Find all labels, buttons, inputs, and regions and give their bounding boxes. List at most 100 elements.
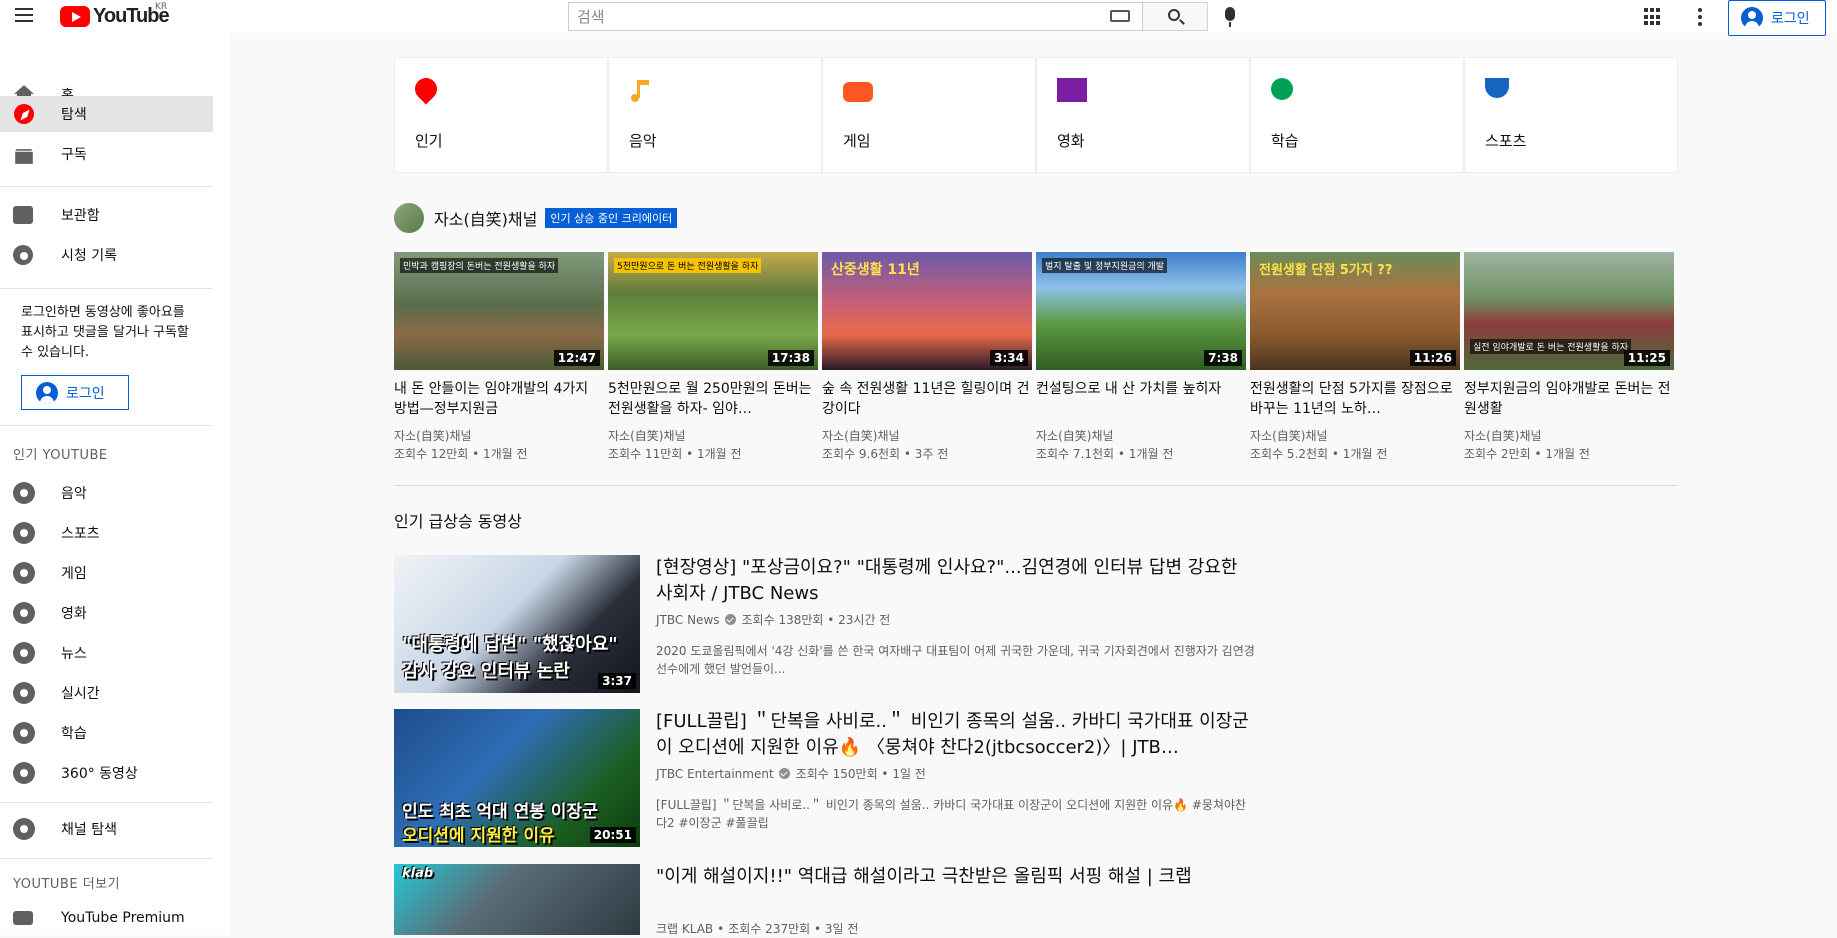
- video-thumbnail[interactable]: 벌지 탈출 및 정부지원금의 개발 7:38: [1036, 252, 1246, 370]
- search-button[interactable]: [1143, 2, 1208, 31]
- video-card[interactable]: 실전 임야개발로 돈 버는 전원생활을 하자 11:25 정부지원금의 임야개발…: [1464, 252, 1674, 463]
- video-duration: 20:51: [589, 827, 636, 843]
- video-channel[interactable]: 자소(自笑)채널: [608, 427, 818, 445]
- video-meta: 조회수 12만회 • 1개월 전: [394, 447, 528, 461]
- subscriptions-icon: [15, 149, 33, 164]
- more-options-icon[interactable]: [1698, 8, 1702, 26]
- video-card[interactable]: 산중생활 11년 3:34 숲 속 전원생활 11년은 힐링이며 건강이다 자소…: [822, 252, 1032, 463]
- video-channel[interactable]: JTBC Entertainment: [656, 767, 774, 781]
- video-card[interactable]: 민박과 캠핑장의 돈버는 전원생활을 하자 12:47 내 돈 안들이는 임야개…: [394, 252, 604, 463]
- video-channel[interactable]: JTBC News: [656, 613, 720, 627]
- category-music[interactable]: 음악: [608, 57, 822, 173]
- channel-name[interactable]: 자소(自笑)채널: [434, 206, 537, 230]
- sidebar-item-label: 보관함: [61, 208, 100, 224]
- video-channel[interactable]: 자소(自笑)채널: [1250, 427, 1460, 445]
- video-thumbnail[interactable]: 산중생활 11년 3:34: [822, 252, 1032, 370]
- video-duration: 12:47: [553, 350, 600, 366]
- channel-avatar[interactable]: [394, 203, 424, 233]
- category-trending[interactable]: 인기: [394, 57, 608, 173]
- video-channel[interactable]: 자소(自笑)채널: [394, 427, 604, 445]
- video-duration: 17:38: [767, 350, 814, 366]
- video-title[interactable]: 5천만원으로 월 250만원의 돈버는 전원생활을 하자- 임야…: [608, 379, 818, 419]
- sidebar-item-360[interactable]: 360° 동영상: [0, 753, 213, 793]
- video-card[interactable]: 전원생활 단점 5가지 ?? 11:26 전원생활의 단점 5가지를 장점으로 …: [1250, 252, 1460, 463]
- video-thumbnail[interactable]: "대통령에 답변" "했잖아요" 감사 강요 인터뷰 논란 3:37: [394, 555, 640, 693]
- sidebar-sign-in-button[interactable]: 로그인: [21, 375, 129, 410]
- sidebar-item-history[interactable]: 시청 기록: [0, 237, 213, 273]
- video-channel[interactable]: 자소(自笑)채널: [822, 427, 1032, 445]
- video-title[interactable]: 내 돈 안들이는 임야개발의 4가지 방법—정부지원금: [394, 379, 604, 419]
- video-thumbnail[interactable]: klab: [394, 864, 640, 935]
- sidebar-item-youtube-premium[interactable]: YouTube Premium: [0, 898, 213, 938]
- category-gaming[interactable]: 게임: [822, 57, 1036, 173]
- search-input[interactable]: [569, 3, 1144, 30]
- popular-heading: 인기 YOUTUBE: [13, 448, 108, 463]
- sidebar-item-label: 스포츠: [61, 526, 100, 542]
- video-meta: 조회수 5.2천회 • 1개월 전: [1250, 447, 1388, 461]
- video-meta: 조회수 7.1천회 • 1개월 전: [1036, 447, 1174, 461]
- video-title[interactable]: 컨설팅으로 내 산 가치를 높히자: [1036, 379, 1246, 419]
- thumbnail-caption: klab: [402, 866, 434, 881]
- trending-video-row[interactable]: "대통령에 답변" "했잖아요" 감사 강요 인터뷰 논란 3:37 [현장영상…: [394, 555, 1274, 695]
- sidebar-item-label: 학습: [61, 726, 87, 742]
- sidebar-item-browse-channels[interactable]: 채널 탐색: [0, 809, 213, 849]
- apps-grid-icon[interactable]: [1644, 8, 1662, 26]
- menu-icon[interactable]: [12, 4, 36, 28]
- divider: [0, 802, 213, 803]
- category-movies[interactable]: 영화: [1036, 57, 1250, 173]
- rising-creator-badge: 인기 상승 중인 크리에이터: [545, 208, 678, 228]
- video-thumbnail[interactable]: 5천만원으로 돈 버는 전원생활을 하자 17:38: [608, 252, 818, 370]
- 360-icon: [13, 762, 35, 784]
- sign-in-label: 로그인: [66, 385, 105, 402]
- thumbnail-caption: 실전 임야개발로 돈 버는 전원생활을 하자: [1470, 339, 1632, 354]
- video-title[interactable]: 전원생활의 단점 5가지를 장점으로 바꾸는 11년의 노하…: [1250, 379, 1460, 419]
- video-channel[interactable]: 자소(自笑)채널: [1036, 427, 1246, 445]
- video-description: [FULL끌립] ＂단복을 사비로..＂ 비인기 종목의 설움.. 카바디 국가…: [656, 798, 1247, 830]
- trending-video-row[interactable]: klab "이게 해설이지!!" 역대급 해설이라고 극찬받은 올림픽 서핑 해…: [394, 864, 1274, 937]
- sidebar-item-label: 시청 기록: [61, 248, 117, 264]
- sign-in-button[interactable]: 로그인: [1728, 0, 1826, 36]
- sidebar-item-live[interactable]: 실시간: [0, 673, 213, 713]
- video-card[interactable]: 벌지 탈출 및 정부지원금의 개발 7:38 컨설팅으로 내 산 가치를 높히자…: [1036, 252, 1246, 463]
- category-sports[interactable]: 스포츠: [1464, 57, 1678, 173]
- video-card[interactable]: 5천만원으로 돈 버는 전원생활을 하자 17:38 5천만원으로 월 250만…: [608, 252, 818, 463]
- keyboard-icon[interactable]: [1110, 10, 1130, 22]
- music-note-icon: [629, 78, 651, 104]
- learning-icon: [13, 722, 35, 744]
- sidebar-item-movies[interactable]: 영화: [0, 593, 213, 633]
- film-icon: [1057, 78, 1087, 102]
- sidebar-item-news[interactable]: 뉴스: [0, 633, 213, 673]
- video-title[interactable]: [FULL끌립] ＂단복을 사비로..＂ 비인기 종목의 설움.. 카바디 국가…: [656, 709, 1256, 761]
- sidebar-item-explore[interactable]: 탐색: [0, 96, 213, 132]
- gamepad-icon: [843, 82, 873, 102]
- video-meta: 조회수 11만회 • 1개월 전: [608, 447, 742, 461]
- sidebar-item-music[interactable]: 음악: [0, 473, 213, 513]
- video-channel[interactable]: 크랩 KLAB: [656, 920, 713, 937]
- video-thumbnail[interactable]: 인도 최초 억대 연봉 이장군 오디션에 지원한 이유 20:51: [394, 709, 640, 847]
- trending-video-row[interactable]: 인도 최초 억대 연봉 이장군 오디션에 지원한 이유 20:51 [FULL끌…: [394, 709, 1274, 849]
- video-title[interactable]: 정부지원금의 임야개발로 돈버는 전원생활: [1464, 379, 1674, 419]
- category-learning[interactable]: 학습: [1250, 57, 1464, 173]
- sidebar-item-subscriptions[interactable]: 구독: [0, 136, 213, 172]
- sidebar-item-gaming[interactable]: 게임: [0, 553, 213, 593]
- sidebar-item-sports[interactable]: 스포츠: [0, 513, 213, 553]
- video-channel[interactable]: 자소(自笑)채널: [1464, 427, 1674, 445]
- video-title[interactable]: [현장영상] "포상금이요?" "대통령께 인사요?"...김연경에 인터뷰 답…: [656, 555, 1256, 607]
- thumbnail-caption: 민박과 캠핑장의 돈버는 전원생활을 하자: [400, 258, 559, 273]
- add-circle-icon: [13, 818, 35, 840]
- music-icon: [13, 482, 35, 504]
- sidebar-item-label: 탐색: [61, 107, 87, 123]
- microphone-icon[interactable]: [1225, 7, 1235, 27]
- video-title[interactable]: 숲 속 전원생활 11년은 힐링이며 건강이다: [822, 379, 1032, 419]
- video-title[interactable]: "이게 해설이지!!" 역대급 해설이라고 극찬받은 올림픽 서핑 해설 | 크…: [656, 864, 1256, 916]
- sidebar-item-learning[interactable]: 학습: [0, 713, 213, 753]
- video-meta: 조회수 9.6천회 • 3주 전: [822, 447, 949, 461]
- video-thumbnail[interactable]: 민박과 캠핑장의 돈버는 전원생활을 하자 12:47: [394, 252, 604, 370]
- sidebar-item-library[interactable]: 보관함: [0, 197, 213, 233]
- video-meta: 조회수 237만회 • 3일 전: [728, 922, 859, 936]
- explore-icon: [14, 104, 34, 124]
- youtube-logo[interactable]: YouTube: [60, 4, 170, 28]
- video-thumbnail[interactable]: 전원생활 단점 5가지 ?? 11:26: [1250, 252, 1460, 370]
- divider: [0, 858, 213, 859]
- video-thumbnail[interactable]: 실전 임야개발로 돈 버는 전원생활을 하자 11:25: [1464, 252, 1674, 370]
